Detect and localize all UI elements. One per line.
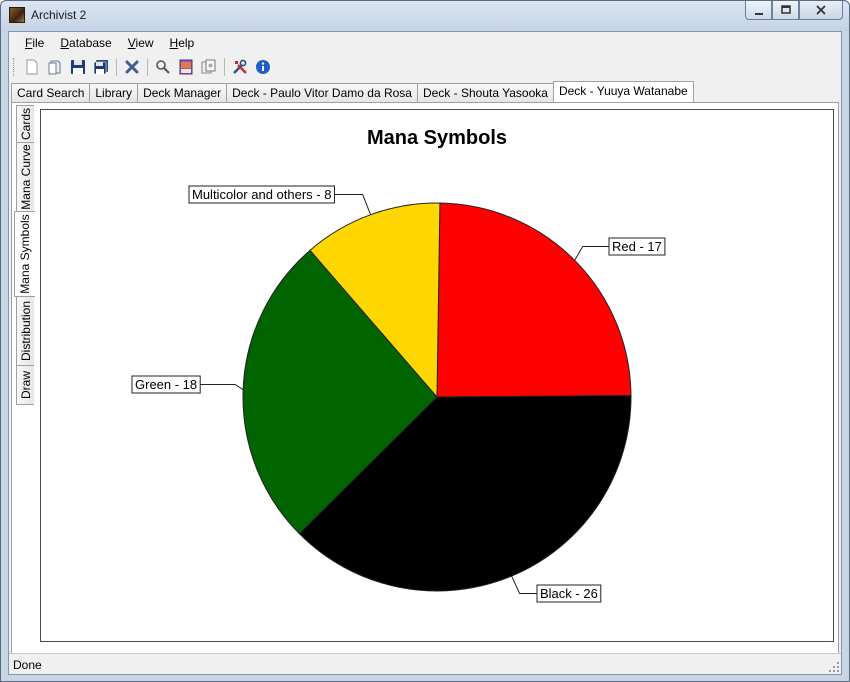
window-title: Archivist 2 [31,8,87,22]
client-area: File Database View Help Card Search Libr… [8,31,842,675]
tab-deck-yuuya-watanabe[interactable]: Deck - Yuuya Watanabe [552,81,694,102]
close-icon [816,5,826,15]
delete-button[interactable] [122,57,142,77]
tab-deck-manager[interactable]: Deck Manager [137,83,228,102]
save-all-icon [93,60,108,75]
close-button[interactable] [799,1,843,20]
status-text: Done [13,658,42,672]
resize-grip-icon[interactable] [829,662,839,672]
menu-file[interactable]: File [17,32,52,54]
window-controls [745,1,843,21]
side-tab-mana-curve-label: Mana Curve [18,144,33,210]
open-icon [48,60,61,75]
maximize-icon [780,5,791,14]
side-tab-cards[interactable]: Cards [16,105,34,143]
menu-view-accel: V [127,36,136,50]
card-image-button[interactable] [176,57,196,77]
pie-slice-red [436,202,632,398]
pie-label-green: Green - 18 [135,377,197,392]
new-button[interactable] [22,57,42,77]
info-icon [256,60,270,74]
menu-database[interactable]: Database [52,32,119,54]
cards-icon [201,59,216,74]
side-tab-draw-label: Draw [18,370,33,400]
toolbar [9,54,841,80]
pie-leader-line [511,575,537,594]
status-bar: Done [9,653,841,674]
pie-chart: Mana Symbols Red - 17 Black - 26 Green - 1… [131,127,666,603]
menu-bar: File Database View Help [9,32,841,54]
title-bar[interactable]: Archivist 2 [1,1,849,31]
toolbar-separator [147,58,148,76]
pie-leader-line [574,246,609,261]
menu-help-label: elp [178,36,195,50]
menu-view[interactable]: View [120,32,162,54]
maximize-button[interactable] [772,1,799,20]
menu-view-label: iew [135,36,154,50]
cards-button[interactable] [199,57,219,77]
toolbar-separator [116,58,117,76]
side-tab-mana-curve[interactable]: Mana Curve [16,142,34,212]
tab-deck-shouta-yasooka[interactable]: Deck - Shouta Yasooka [416,83,554,102]
delete-icon [125,60,139,74]
app-icon [9,7,25,23]
toolbar-grip[interactable] [13,58,16,76]
card-image-icon [179,59,193,75]
pie-label-multicolor-and-others: Multicolor and others - 8 [192,187,331,202]
tab-card-search[interactable]: Card Search [11,83,91,102]
info-button[interactable] [253,57,273,77]
deck-tab-page: Cards Mana Curve Mana Symbols Distributi… [11,102,839,655]
pie-label-black: Black - 26 [540,586,598,601]
save-button[interactable] [68,57,88,77]
menu-database-label: atabase [69,36,112,50]
app-window: Archivist 2 File Database View Help Card… [0,0,850,682]
minimize-icon [754,13,763,15]
side-tab-distribution[interactable]: Distribution [16,296,34,366]
tab-library[interactable]: Library [89,83,139,102]
tools-button[interactable] [230,57,250,77]
menu-help[interactable]: Help [162,32,203,54]
tab-deck-paulo-vitor[interactable]: Deck - Paulo Vitor Damo da Rosa [226,83,418,102]
save-icon [71,60,85,74]
save-all-button[interactable] [91,57,111,77]
new-icon [26,59,38,75]
side-tab-draw[interactable]: Draw [16,365,34,405]
side-tab-cards-label: Cards [18,107,33,141]
side-tab-distribution-label: Distribution [18,300,33,362]
open-button[interactable] [45,57,65,77]
toolbar-separator [224,58,225,76]
tools-icon [233,59,247,74]
pie-leader-line [334,194,372,215]
minimize-button[interactable] [745,1,772,20]
search-icon [156,60,170,74]
search-button[interactable] [153,57,173,77]
menu-help-accel: H [169,36,179,50]
menu-database-accel: D [60,36,70,50]
pie-leader-line [200,384,244,391]
pie-slices [242,202,632,592]
side-tab-mana-symbols[interactable]: Mana Symbols [14,211,35,297]
side-tab-mana-symbols-label: Mana Symbols [18,214,32,294]
chart-panel: Mana Symbols Red - 17 Black - 26 Green - 1… [40,109,834,642]
document-tabs: Card Search Library Deck Manager Deck - … [11,81,694,102]
chart-title: Mana Symbols [367,127,507,149]
menu-file-label: ile [32,36,45,50]
pie-label-red: Red - 17 [612,239,662,254]
